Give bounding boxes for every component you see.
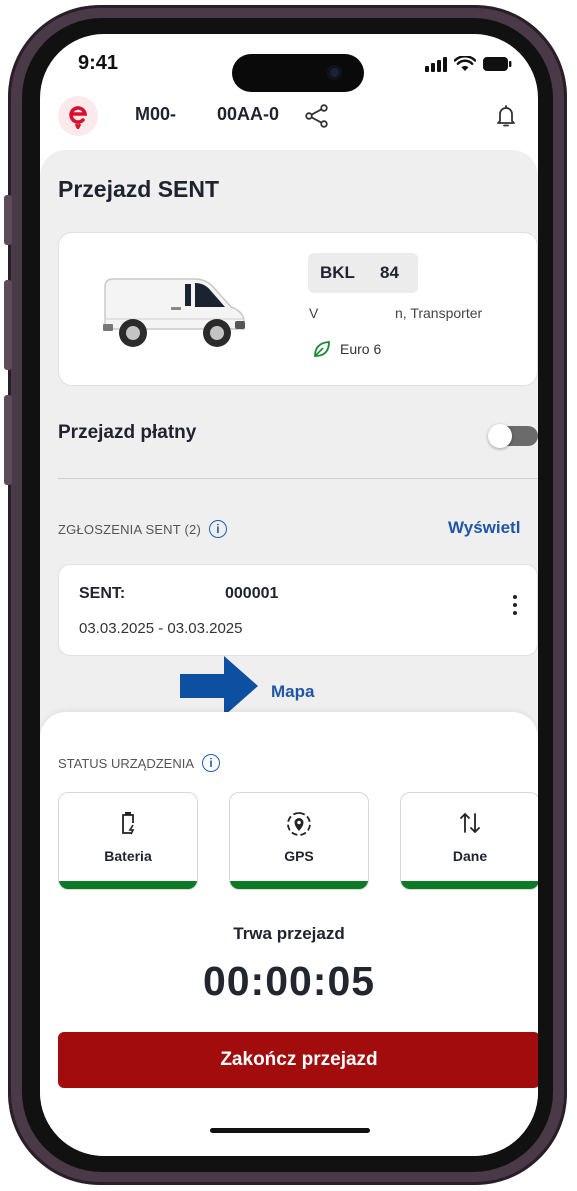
side-button — [4, 395, 12, 485]
system-icons — [424, 56, 512, 72]
trip-details-panel: Przejazd SENT BKL 84 V n, Transporter Eu… — [40, 150, 538, 770]
camera-icon — [327, 65, 342, 80]
side-button — [4, 195, 12, 245]
battery-status-tile[interactable]: Bateria — [58, 792, 198, 890]
share-icon[interactable] — [304, 104, 330, 133]
vehicle-plate-part1: BKL — [320, 263, 355, 282]
status-indicator-bar — [59, 881, 197, 889]
wifi-icon — [454, 56, 476, 71]
paid-trip-toggle[interactable] — [488, 424, 538, 448]
divider — [58, 478, 538, 479]
trip-status-label: Trwa przejazd — [233, 924, 345, 943]
device-status-label: STATUS URZĄDZENIA i — [58, 754, 221, 772]
sent-item-card[interactable]: SENT: 000001 03.03.2025 - 03.03.2025 — [58, 564, 538, 656]
tile-label: GPS — [284, 848, 314, 864]
page-title: Przejazd SENT — [58, 176, 220, 202]
header-plate-part2: 00AA-0 — [217, 104, 280, 124]
emission-class: Euro 6 — [312, 339, 381, 359]
van-image — [103, 278, 245, 347]
status-tiles: Bateria GPS Dane — [58, 792, 538, 890]
tile-label: Dane — [452, 848, 488, 864]
vehicle-plate: BKL 84 — [308, 253, 418, 293]
home-indicator[interactable] — [210, 1128, 370, 1133]
device-status-title: STATUS URZĄDZENIA — [58, 755, 195, 771]
map-link[interactable]: Mapa — [271, 682, 314, 702]
screen: 9:41 M00- 00AA-0 Przejazd SENT BKL 84 V … — [40, 34, 538, 1156]
view-link[interactable]: Wyświetl — [448, 518, 520, 538]
battery-icon — [483, 57, 512, 71]
vehicle-plate-part2: 84 — [380, 263, 399, 282]
end-trip-button[interactable]: Zakończ przejazd — [58, 1032, 538, 1088]
app-header: M00- 00AA-0 — [40, 96, 538, 150]
sent-section-label: ZGŁOSZENIA SENT (2) i — [58, 520, 227, 538]
status-indicator-bar — [401, 881, 538, 889]
tile-label: Bateria — [104, 848, 152, 864]
gps-icon — [287, 812, 311, 836]
device-status-sheet: STATUS URZĄDZENIA i Bateria GPS Dane Trw… — [40, 712, 538, 1156]
e-logo-icon[interactable] — [58, 96, 98, 136]
dynamic-island — [232, 54, 364, 92]
trip-timer: 00:00:05 — [202, 958, 376, 1004]
signal-icon — [425, 57, 447, 72]
status-time: 9:41 — [78, 52, 119, 74]
sent-id-part1: SENT: — [79, 585, 126, 602]
bell-icon[interactable] — [496, 104, 516, 133]
data-transfer-icon — [460, 812, 480, 834]
info-icon[interactable]: i — [208, 520, 227, 538]
sent-dates: 03.03.2025 - 03.03.2025 — [79, 620, 243, 637]
arrow-right-icon — [180, 656, 258, 716]
vehicle-card[interactable]: BKL 84 V n, Transporter Euro 6 — [58, 232, 538, 386]
vehicle-model-part2: n, Transporter — [395, 305, 483, 321]
vehicle-model-part1: V — [309, 305, 319, 321]
more-options-icon[interactable] — [513, 595, 517, 615]
sent-id-part2: 000001 — [225, 585, 279, 602]
data-status-tile[interactable]: Dane — [400, 792, 538, 890]
header-plate-part1: M00- — [135, 104, 177, 124]
battery-charging-icon — [122, 812, 135, 835]
leaf-icon — [314, 341, 330, 357]
status-indicator-bar — [230, 881, 368, 889]
info-icon[interactable]: i — [202, 754, 221, 772]
side-button — [4, 280, 12, 370]
emission-label: Euro 6 — [340, 341, 382, 357]
paid-trip-label: Przejazd płatny — [58, 422, 197, 443]
toggle-knob — [488, 424, 512, 448]
gps-status-tile[interactable]: GPS — [229, 792, 369, 890]
status-bar: 9:41 — [40, 34, 538, 106]
sent-section-title: ZGŁOSZENIA SENT (2) — [58, 521, 201, 537]
